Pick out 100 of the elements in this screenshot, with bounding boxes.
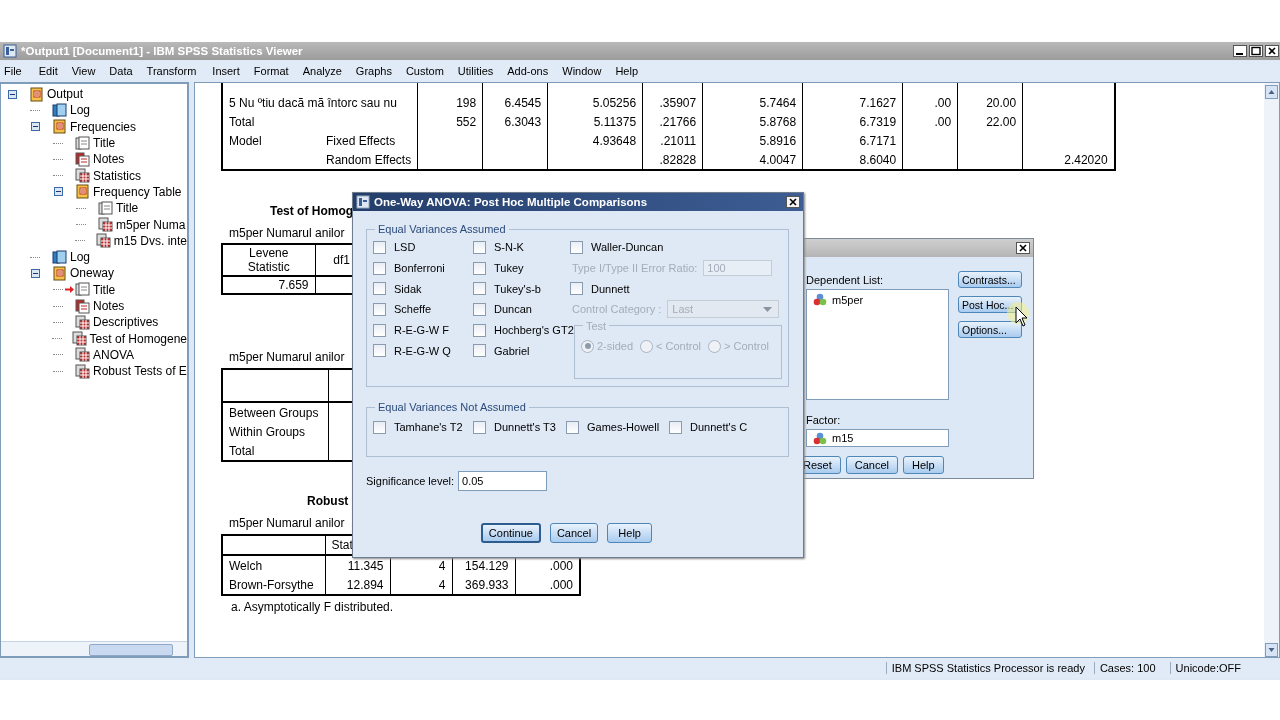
- navigator-item[interactable]: Descriptives: [93, 315, 159, 330]
- checkbox[interactable]: [373, 323, 386, 337]
- checkbox[interactable]: [373, 420, 386, 434]
- menu-item[interactable]: Window: [558, 65, 612, 77]
- dialog-button[interactable]: Post Hoc...: [958, 296, 1022, 313]
- dialog-button[interactable]: Cancel: [845, 456, 898, 474]
- checkbox-label: R-E-G-W Q: [394, 344, 451, 357]
- significance-field[interactable]: 0.05: [458, 471, 548, 491]
- vertical-scrollbar[interactable]: [1264, 83, 1279, 657]
- variable-icon: [813, 293, 827, 306]
- table-cell: 4: [438, 577, 446, 592]
- table-cell: 7.659: [278, 278, 309, 292]
- collapse-icon[interactable]: [53, 187, 63, 197]
- navigator-item[interactable]: Robust Tests of E: [93, 364, 187, 379]
- checkbox[interactable]: [373, 302, 386, 316]
- table-cell: 369.933: [465, 577, 509, 592]
- menu-item[interactable]: Edit: [34, 65, 68, 77]
- log-icon: [52, 102, 67, 118]
- navigator-item[interactable]: m5per Numa: [116, 217, 186, 232]
- checkbox-label: Games-Howell: [587, 421, 660, 434]
- navigator-item[interactable]: Statistics: [93, 168, 141, 183]
- checkbox-label: R-E-G-W F: [394, 324, 449, 337]
- navigator-item[interactable]: ANOVA: [93, 347, 135, 362]
- navigator-item[interactable]: Test of Homogene: [89, 331, 187, 346]
- navigator-item[interactable]: Output: [47, 87, 84, 102]
- table-page-icon: [71, 331, 87, 347]
- menu-item[interactable]: File: [0, 65, 35, 77]
- table-page-icon: [95, 233, 111, 249]
- checkbox[interactable]: [373, 261, 386, 275]
- navigator-item[interactable]: Title: [116, 201, 139, 216]
- collapse-icon[interactable]: [30, 268, 40, 278]
- menu-item[interactable]: Custom: [401, 65, 454, 77]
- checkbox-label: S-N-K: [494, 241, 524, 254]
- checkbox[interactable]: [473, 420, 486, 434]
- dialog-button[interactable]: Help: [607, 523, 653, 543]
- minimize-icon[interactable]: [1233, 45, 1247, 57]
- checkbox-label: Duncan: [494, 303, 532, 316]
- checkbox[interactable]: [373, 240, 386, 254]
- collapse-icon[interactable]: [7, 89, 17, 99]
- menu-item[interactable]: Transform: [142, 65, 209, 77]
- navigator-item[interactable]: Oneway: [70, 266, 115, 281]
- close-icon[interactable]: [1265, 45, 1279, 57]
- row-label: Welch: [229, 558, 263, 573]
- checkbox[interactable]: [566, 420, 579, 434]
- horizontal-scrollbar[interactable]: [1, 641, 187, 656]
- checkbox[interactable]: [570, 282, 583, 296]
- menu-item[interactable]: Analyze: [298, 65, 352, 77]
- navigator-item[interactable]: Title: [93, 282, 116, 297]
- table-cell: .21766: [659, 114, 697, 129]
- menu-item[interactable]: Data: [105, 65, 143, 77]
- checkbox[interactable]: [373, 282, 386, 296]
- menu-item[interactable]: Help: [611, 65, 648, 77]
- maximize-icon[interactable]: [1249, 45, 1263, 57]
- book-icon: [52, 119, 67, 135]
- checkbox[interactable]: [669, 420, 682, 434]
- dialog-button[interactable]: Contrasts...: [958, 271, 1022, 288]
- dialog-button[interactable]: Help: [903, 456, 944, 474]
- radio-label: 2-sided: [597, 340, 634, 353]
- checkbox-label: LSD: [394, 241, 416, 254]
- navigator-item[interactable]: Log: [70, 103, 91, 118]
- checkbox[interactable]: [473, 240, 486, 254]
- menu-item[interactable]: Utilities: [453, 65, 504, 77]
- menu-item[interactable]: Insert: [208, 65, 250, 77]
- close-icon[interactable]: [1016, 242, 1030, 254]
- variable-name[interactable]: m5per: [832, 293, 864, 306]
- navigator-item[interactable]: Notes: [93, 152, 125, 167]
- navigator-item[interactable]: Log: [70, 250, 91, 265]
- collapse-icon[interactable]: [30, 122, 40, 132]
- table-cell: 8.6040: [859, 152, 897, 167]
- navigator-item[interactable]: Title: [93, 136, 116, 151]
- navigator-item[interactable]: Notes: [93, 299, 125, 313]
- checkbox[interactable]: [570, 240, 583, 254]
- dialog-button[interactable]: Continue: [480, 523, 541, 543]
- navigator-item[interactable]: m15 Dvs. inte: [113, 233, 187, 248]
- table-cell: .000: [549, 558, 573, 573]
- dropdown-arrow-icon: [763, 306, 773, 312]
- dialog-button[interactable]: Cancel: [549, 523, 599, 543]
- table-subtitle: m5per Numarul anilor: [229, 516, 345, 530]
- row-label: Total: [229, 114, 255, 129]
- checkbox-label: Gabriel: [494, 344, 530, 357]
- menu-item[interactable]: Graphs: [351, 65, 402, 77]
- radio-label: > Control: [724, 340, 769, 353]
- dialog-button[interactable]: Options...: [958, 321, 1022, 338]
- variable-name: m15: [832, 432, 854, 444]
- scroll-up-icon[interactable]: [1265, 85, 1278, 99]
- close-icon[interactable]: [786, 196, 800, 208]
- variable-list[interactable]: m5per: [806, 289, 949, 400]
- checkbox[interactable]: [473, 282, 486, 296]
- checkbox[interactable]: [473, 302, 486, 316]
- menu-item[interactable]: View: [67, 65, 106, 77]
- checkbox[interactable]: [373, 344, 386, 358]
- checkbox[interactable]: [473, 261, 486, 275]
- scroll-down-icon[interactable]: [1265, 643, 1278, 657]
- menu-item[interactable]: Add-ons: [503, 65, 559, 77]
- factor-field[interactable]: m15: [806, 429, 949, 447]
- checkbox[interactable]: [473, 344, 486, 358]
- navigator-item[interactable]: Frequency Table: [93, 184, 182, 199]
- navigator-item[interactable]: Frequencies: [70, 119, 137, 134]
- menu-item[interactable]: Format: [249, 65, 299, 77]
- checkbox[interactable]: [473, 323, 486, 337]
